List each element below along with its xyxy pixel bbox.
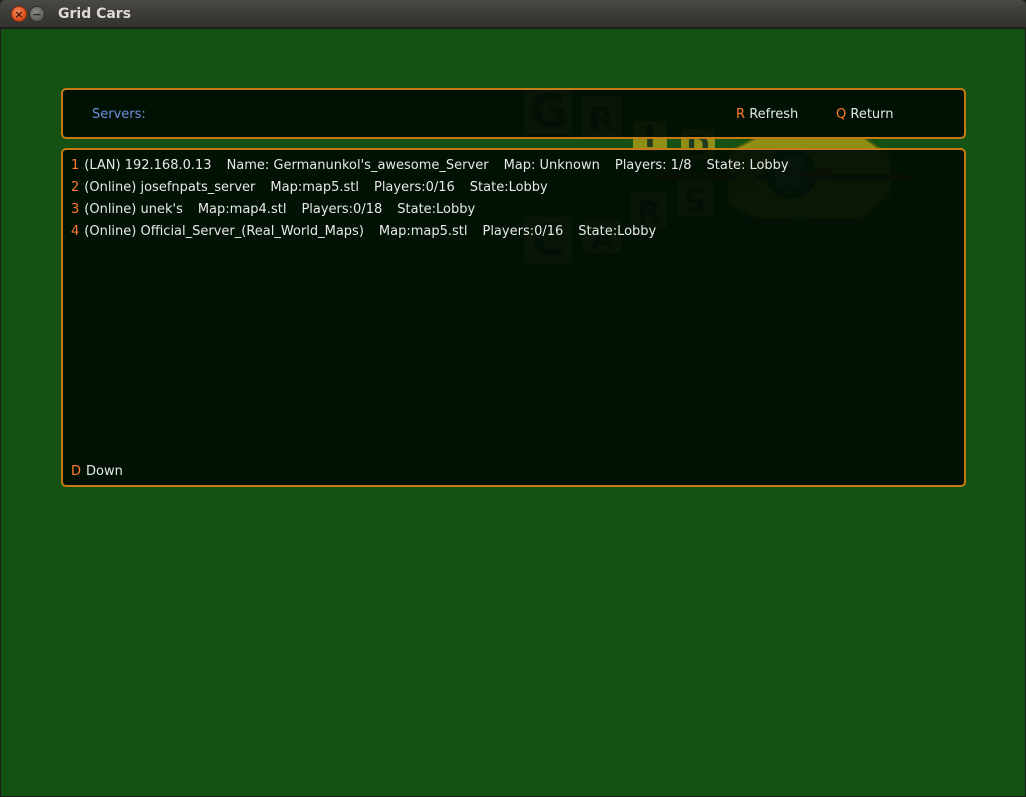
server-index: 3 xyxy=(71,202,80,217)
return-key: Q xyxy=(836,107,847,122)
window-titlebar: × − Grid Cars xyxy=(0,0,1026,28)
server-address: (LAN) 192.168.0.13 xyxy=(84,158,212,173)
minimize-window-button[interactable]: − xyxy=(29,6,45,22)
server-map: Map:map5.stl xyxy=(378,224,468,239)
return-label: Return xyxy=(850,107,894,122)
server-row[interactable]: 4 (Online) Official_Server_(Real_World_Ma… xyxy=(71,221,804,243)
game-canvas: G R I D C A R S Servers: R Refresh Q Ret… xyxy=(1,29,1025,796)
server-list: 1 (LAN) 192.168.0.13 Name: Germanunkol's_a… xyxy=(71,155,804,243)
refresh-button[interactable]: R Refresh xyxy=(736,107,798,122)
window-title: Grid Cars xyxy=(58,6,132,22)
server-map: Map: Unknown xyxy=(503,158,600,173)
return-button[interactable]: Q Return xyxy=(836,107,894,122)
servers-label: Servers: xyxy=(92,107,146,122)
server-row[interactable]: 3 (Online) unek's Map:map4.stl Players:0/18… xyxy=(71,199,804,221)
server-state: State: Lobby xyxy=(706,158,789,173)
server-name: (Online) unek's xyxy=(84,202,183,217)
down-key: D xyxy=(71,464,82,479)
refresh-label: Refresh xyxy=(749,107,799,122)
server-state: State:Lobby xyxy=(578,224,657,239)
server-index: 1 xyxy=(71,158,80,173)
server-players: Players:0/18 xyxy=(301,202,383,217)
server-index: 4 xyxy=(71,224,80,239)
server-index: 2 xyxy=(71,180,80,195)
server-name: (Online) josefnpats_server xyxy=(84,180,256,195)
server-players: Players:0/16 xyxy=(482,224,564,239)
server-list-panel: 1 (LAN) 192.168.0.13 Name: Germanunkol's_a… xyxy=(61,148,966,487)
server-name: (Online) Official_Server_(Real_World_Map… xyxy=(84,224,364,239)
server-players: Players:0/16 xyxy=(373,180,455,195)
server-players: Players: 1/8 xyxy=(614,158,692,173)
close-window-button[interactable]: × xyxy=(11,6,27,22)
server-map: Map:map4.stl xyxy=(197,202,287,217)
server-header-panel: Servers: R Refresh Q Return xyxy=(61,88,966,139)
down-label: Down xyxy=(86,464,123,479)
server-state: State:Lobby xyxy=(469,180,548,195)
server-name: Name: Germanunkol's_awesome_Server xyxy=(226,158,489,173)
server-row[interactable]: 1 (LAN) 192.168.0.13 Name: Germanunkol's_a… xyxy=(71,155,804,177)
server-row[interactable]: 2 (Online) josefnpats_server Map:map5.stl P… xyxy=(71,177,804,199)
refresh-key: R xyxy=(736,107,746,122)
server-state: State:Lobby xyxy=(397,202,476,217)
server-map: Map:map5.stl xyxy=(270,180,359,195)
scroll-down-button[interactable]: D Down xyxy=(71,464,123,479)
